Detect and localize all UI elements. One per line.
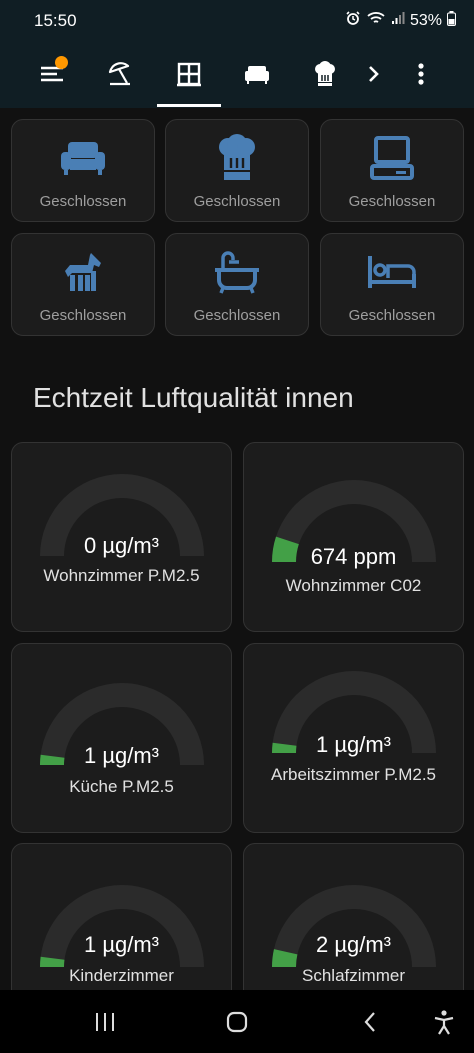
gauge-value: 1 µg/m³ — [83, 932, 160, 957]
gauge-card-office[interactable]: 1 µg/m³ Arbeitszimmer P.M2.5 — [243, 643, 464, 833]
window-tile-office[interactable]: Geschlossen — [320, 119, 464, 222]
top-toolbar — [0, 40, 474, 108]
status-icons: 53% — [345, 10, 456, 31]
gauge-card-living-pm[interactable]: 0 µg/m³ Wohnzimmer P.M2.5 — [11, 442, 232, 632]
chef-hat-icon — [166, 132, 308, 184]
sofa-icon[interactable] — [237, 54, 277, 94]
air-quality-title: Echtzeit Luftqualität innen — [33, 382, 354, 413]
gauge-card-living-co2[interactable]: 674 ppm Wohnzimmer C02 — [243, 442, 464, 632]
gauge-name: Wohnzimmer P.M2.5 — [43, 566, 200, 585]
accessibility-icon[interactable] — [422, 1004, 466, 1040]
gauge-name: Küche P.M2.5 — [69, 777, 174, 796]
wifi-icon — [366, 10, 386, 31]
gauge-card-bedroom[interactable]: 2 µg/m³ Schlafzimmer — [243, 843, 464, 990]
horse-icon — [12, 246, 154, 298]
signal-icon — [391, 11, 405, 30]
gauge-name: Schlafzimmer — [302, 966, 405, 985]
back-icon[interactable] — [348, 1004, 392, 1040]
status-time: 15:50 — [34, 11, 77, 30]
gauge-value: 2 µg/m³ — [315, 932, 392, 957]
gauge-name: Arbeitszimmer P.M2.5 — [270, 765, 436, 784]
window-state-label: Geschlossen — [193, 307, 281, 324]
alarm-icon — [345, 10, 361, 31]
window-icon[interactable] — [169, 54, 209, 94]
system-nav-bar — [0, 990, 474, 1053]
chevron-right-icon[interactable] — [354, 54, 394, 94]
sofa-icon — [12, 132, 154, 184]
gauge-value: 674 ppm — [310, 544, 397, 569]
gauge-name: Kinderzimmer — [69, 966, 174, 985]
gauge-value: 1 µg/m³ — [315, 732, 392, 757]
desktop-icon — [321, 132, 463, 184]
window-state-label: Geschlossen — [348, 307, 436, 324]
window-tile-bedroom[interactable]: Geschlossen — [320, 233, 464, 336]
gauge-value: 0 µg/m³ — [83, 533, 160, 558]
battery-percent: 53% — [409, 11, 442, 29]
window-state-label: Geschlossen — [39, 307, 127, 324]
chef-hat-icon[interactable] — [305, 54, 345, 94]
gauge-value: 1 µg/m³ — [83, 743, 160, 768]
gauge-card-kids[interactable]: 1 µg/m³ Kinderzimmer — [11, 843, 232, 990]
gauge-name: Wohnzimmer C02 — [285, 576, 422, 595]
battery-icon — [447, 10, 456, 31]
bed-icon — [321, 246, 463, 298]
window-tile-sofa[interactable]: Geschlossen — [11, 119, 155, 222]
more-vert-icon[interactable] — [401, 54, 441, 94]
notification-badge — [55, 56, 68, 69]
window-state-label: Geschlossen — [39, 193, 127, 210]
home-icon[interactable] — [215, 1004, 259, 1040]
menu-icon[interactable] — [32, 54, 72, 94]
window-tile-kitchen[interactable]: Geschlossen — [165, 119, 309, 222]
active-tab-indicator — [157, 104, 221, 107]
umbrella-beach-icon[interactable] — [100, 54, 140, 94]
gauge-card-kitchen[interactable]: 1 µg/m³ Küche P.M2.5 — [11, 643, 232, 833]
window-state-label: Geschlossen — [193, 193, 281, 210]
dashboard-content: Geschlossen Geschlossen Geschlossen Gesc… — [0, 108, 474, 990]
window-tile-kids[interactable]: Geschlossen — [11, 233, 155, 336]
window-state-label: Geschlossen — [348, 193, 436, 210]
recent-apps-icon[interactable] — [83, 1004, 127, 1040]
bathtub-icon — [166, 246, 308, 298]
status-bar: 15:50 53% — [0, 0, 474, 40]
window-tile-bathroom[interactable]: Geschlossen — [165, 233, 309, 336]
